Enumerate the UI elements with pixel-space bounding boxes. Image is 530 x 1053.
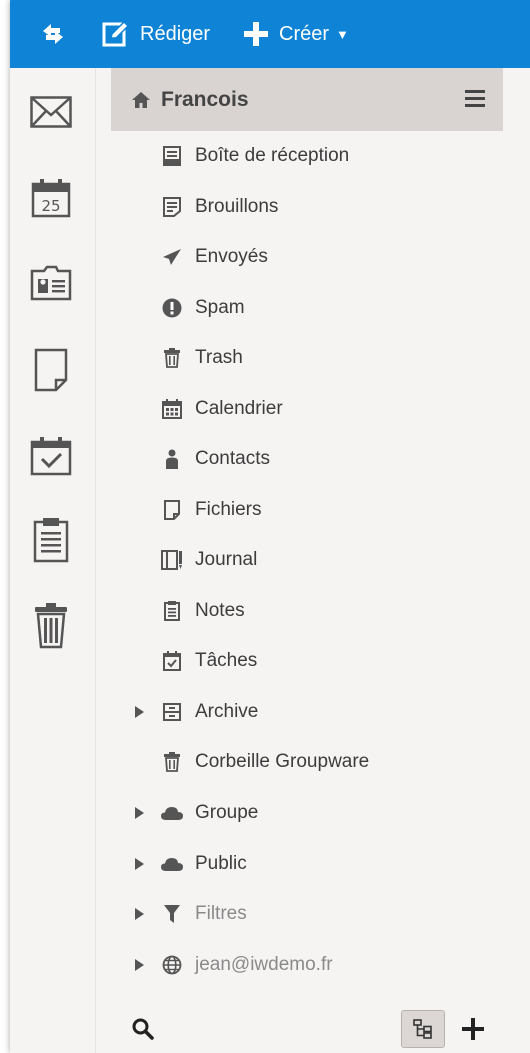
trash-icon[interactable] bbox=[30, 603, 72, 649]
inbox-icon bbox=[161, 145, 183, 167]
folder-label: Tâches bbox=[195, 650, 258, 671]
journal-icon bbox=[161, 549, 183, 571]
folder-archive[interactable]: Archive bbox=[97, 687, 503, 737]
notes-icon bbox=[161, 600, 183, 622]
clipboard-icon[interactable] bbox=[30, 518, 72, 563]
folder-label: Calendrier bbox=[195, 398, 283, 419]
folder-drafts[interactable]: Brouillons bbox=[97, 182, 503, 232]
cloud-icon bbox=[161, 802, 183, 824]
task-icon[interactable] bbox=[30, 434, 72, 478]
account-name: Francois bbox=[161, 87, 249, 111]
folder-label: Journal bbox=[195, 549, 258, 570]
create-label: Créer bbox=[279, 22, 330, 45]
compose-icon bbox=[102, 20, 130, 47]
exclamation-icon bbox=[161, 297, 183, 319]
expand-arrow-icon[interactable] bbox=[133, 806, 145, 820]
plus-icon[interactable] bbox=[462, 1018, 484, 1045]
folder-group[interactable]: Groupe bbox=[97, 788, 503, 838]
folder-account-jean[interactable]: jean@iwdemo.fr bbox=[97, 940, 503, 990]
contact-card-icon[interactable] bbox=[30, 261, 72, 305]
folder-label: Public bbox=[195, 853, 247, 874]
folder-label: Contacts bbox=[195, 448, 270, 469]
file-icon[interactable] bbox=[30, 348, 72, 392]
expand-arrow-icon[interactable] bbox=[133, 857, 145, 871]
cloud-icon bbox=[161, 853, 183, 875]
calendar-badge: 25 bbox=[41, 197, 60, 215]
app-rail: 25 bbox=[10, 68, 96, 1053]
filter-icon bbox=[161, 903, 183, 925]
expand-arrow-icon[interactable] bbox=[133, 958, 145, 972]
tree-view-button[interactable] bbox=[401, 1010, 445, 1048]
create-button[interactable]: Créer ▼ bbox=[243, 0, 349, 68]
chevron-down-icon: ▼ bbox=[336, 26, 349, 42]
archive-icon bbox=[161, 701, 183, 723]
expand-arrow-icon[interactable] bbox=[133, 907, 145, 921]
folder-label: Archive bbox=[195, 701, 259, 722]
paper-plane-icon bbox=[161, 246, 183, 268]
folder-label: Envoyés bbox=[195, 246, 268, 267]
folder-panel: Francois Boîte de réception Brouillons E… bbox=[97, 68, 530, 1053]
folder-contacts[interactable]: Contacts bbox=[97, 434, 503, 484]
drafts-icon bbox=[161, 196, 183, 218]
folder-label: Trash bbox=[195, 347, 243, 368]
compose-button[interactable]: Rédiger bbox=[102, 0, 210, 68]
folder-label: Boîte de réception bbox=[195, 145, 350, 166]
top-toolbar: Rédiger Créer ▼ bbox=[10, 0, 530, 68]
account-header[interactable]: Francois bbox=[111, 68, 503, 131]
expand-arrow-icon[interactable] bbox=[133, 705, 145, 719]
trash-icon bbox=[161, 751, 183, 773]
task-icon bbox=[161, 650, 183, 672]
file-icon bbox=[161, 499, 183, 521]
folder-spam[interactable]: Spam bbox=[97, 283, 503, 333]
folder-label: Spam bbox=[195, 297, 245, 318]
folder-calendar[interactable]: Calendrier bbox=[97, 384, 503, 434]
globe-icon bbox=[161, 954, 183, 976]
mail-icon[interactable] bbox=[30, 90, 72, 134]
folder-label: jean@iwdemo.fr bbox=[195, 954, 333, 975]
folder-journal[interactable]: Journal bbox=[97, 535, 503, 585]
folder-trash[interactable]: Trash bbox=[97, 333, 503, 383]
home-icon bbox=[132, 91, 150, 108]
folder-inbox[interactable]: Boîte de réception bbox=[97, 131, 503, 181]
folder-label: Groupe bbox=[195, 802, 259, 823]
folder-filters[interactable]: Filtres bbox=[97, 889, 503, 939]
search-icon[interactable] bbox=[132, 1018, 154, 1045]
folder-public[interactable]: Public bbox=[97, 839, 503, 889]
tree-view-icon bbox=[413, 1019, 432, 1039]
folder-label: Brouillons bbox=[195, 196, 279, 217]
calendar-icon[interactable]: 25 bbox=[30, 176, 72, 220]
plus-icon bbox=[244, 22, 268, 46]
folder-label: Notes bbox=[195, 600, 245, 621]
compose-label: Rédiger bbox=[140, 22, 211, 45]
hamburger-icon[interactable] bbox=[465, 89, 485, 107]
sync-icon[interactable] bbox=[36, 17, 70, 51]
trash-icon bbox=[161, 347, 183, 369]
folder-tasks[interactable]: Tâches bbox=[97, 636, 503, 686]
folder-notes[interactable]: Notes bbox=[97, 586, 503, 636]
folder-label: Filtres bbox=[195, 903, 247, 924]
calendar-icon bbox=[161, 398, 183, 420]
folder-files[interactable]: Fichiers bbox=[97, 485, 503, 535]
person-icon bbox=[161, 448, 183, 470]
folder-sent[interactable]: Envoyés bbox=[97, 232, 503, 282]
folder-label: Corbeille Groupware bbox=[195, 751, 370, 772]
folder-groupware-trash[interactable]: Corbeille Groupware bbox=[97, 737, 503, 787]
folder-label: Fichiers bbox=[195, 499, 262, 520]
